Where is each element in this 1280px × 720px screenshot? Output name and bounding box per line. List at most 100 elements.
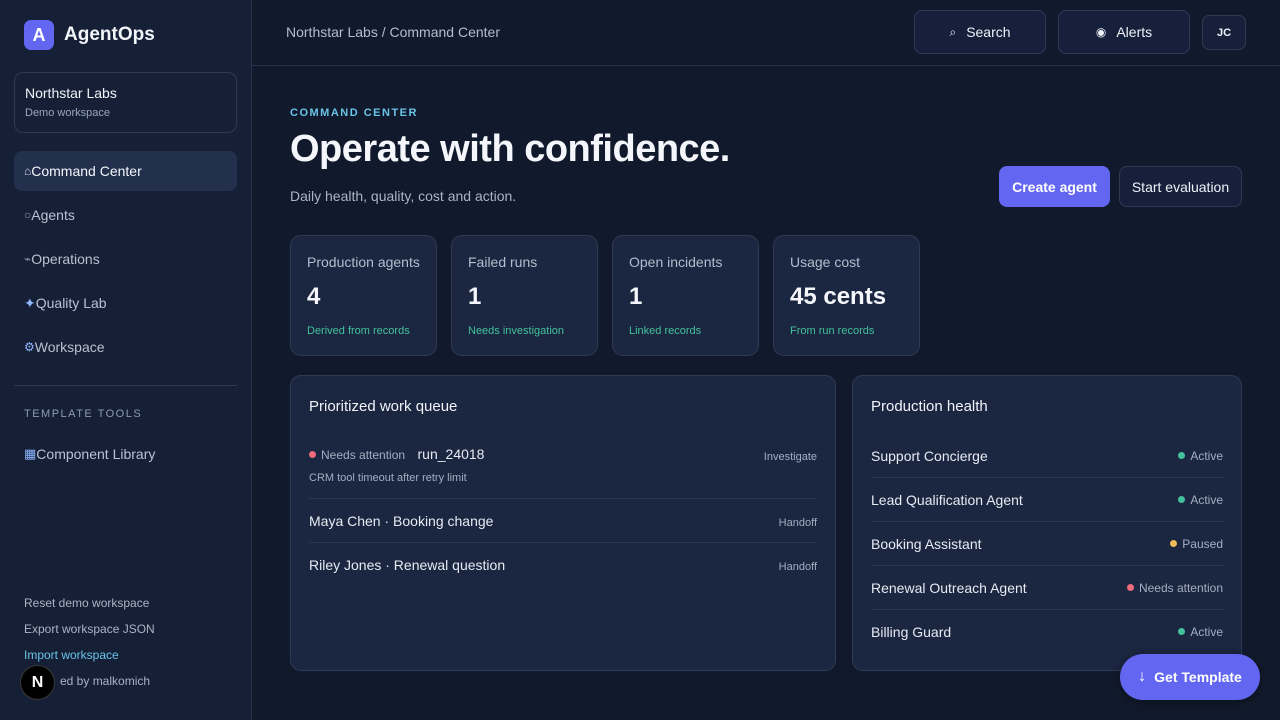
- status-label: Active: [1190, 448, 1223, 463]
- metric-note: Derived from records: [307, 325, 410, 337]
- alerts-label: Alerts: [1116, 24, 1153, 40]
- sparkle-icon: ✦: [24, 294, 36, 311]
- metric-card-production-agents: Production agents 4 Derived from records: [290, 235, 437, 356]
- metric-value: 1: [629, 283, 643, 310]
- panel-title: Production health: [871, 398, 988, 415]
- page-title: Operate with confidence.: [290, 128, 730, 170]
- agent-status: Active: [1178, 623, 1223, 641]
- status-label: Active: [1190, 625, 1223, 639]
- metric-card-usage-cost: Usage cost 45 cents From run records: [773, 235, 920, 356]
- agent-name: Billing Guard: [871, 624, 952, 640]
- sidebar-item-agents[interactable]: ○ Agents: [14, 195, 237, 235]
- queue-item[interactable]: Maya Chen · Booking change Handoff: [309, 499, 817, 543]
- queue-item-title: Maya Chen · Booking change: [309, 513, 494, 529]
- status-label: Paused: [1182, 536, 1223, 551]
- agent-name: Lead Qualification Agent: [871, 491, 1023, 508]
- status-label: Needs attention: [1138, 580, 1223, 595]
- sidebar-item-command-center[interactable]: ⌂ Command Center: [14, 151, 237, 191]
- agent-status: Needs attention: [1126, 579, 1223, 597]
- agent-health-row[interactable]: Booking Assistant Paused: [871, 522, 1223, 566]
- queue-item[interactable]: Riley Jones · Renewal question Handoff: [309, 543, 817, 587]
- pulse-icon: ⌁: [24, 252, 32, 266]
- gear-icon: ⚙: [24, 340, 35, 354]
- start-evaluation-button[interactable]: Start evaluation: [1119, 166, 1242, 207]
- alerts-button[interactable]: ◉ Alerts: [1058, 10, 1190, 54]
- panel-title: Prioritized work queue: [309, 398, 458, 415]
- topbar: Northstar Labs / Command Center ⌕ Search…: [252, 0, 1280, 66]
- brand-name: AgentOps: [64, 24, 155, 45]
- status-dot: [1178, 628, 1186, 635]
- alert-icon: ◉: [1095, 25, 1107, 39]
- circle-icon: ○: [24, 208, 32, 222]
- reset-workspace-link[interactable]: Reset demo workspace: [24, 596, 155, 622]
- page-eyebrow: COMMAND CENTER: [290, 107, 418, 119]
- sidebar-item-label: Command Center: [31, 163, 142, 179]
- status-dot: [1178, 495, 1186, 503]
- queue-item-title: Riley Jones · Renewal question: [309, 557, 506, 573]
- search-button[interactable]: ⌕ Search: [914, 10, 1046, 54]
- agent-name: Booking Assistant: [871, 535, 982, 552]
- sidebar-item-workspace[interactable]: ⚙ Workspace: [14, 327, 237, 367]
- metric-card-failed-runs: Failed runs 1 Needs investigation: [451, 235, 598, 356]
- get-template-label: Get Template: [1154, 669, 1242, 685]
- page-subtitle: Daily health, quality, cost and action.: [290, 188, 517, 204]
- sidebar-divider: [14, 385, 237, 386]
- search-label: Search: [966, 24, 1011, 40]
- workspace-subtitle: Demo workspace: [25, 107, 110, 119]
- metric-label: Failed runs: [468, 254, 538, 270]
- handoff-action[interactable]: Handoff: [779, 517, 817, 529]
- agent-status: Active: [1178, 491, 1223, 509]
- agent-health-row[interactable]: Lead Qualification Agent Active: [871, 478, 1223, 522]
- metric-value: 1: [468, 283, 482, 310]
- status-dot: [1126, 583, 1134, 591]
- brand[interactable]: A AgentOps: [24, 20, 155, 50]
- sidebar: A AgentOps Northstar Labs Demo workspace…: [0, 0, 252, 720]
- workspace-name: Northstar Labs: [25, 85, 117, 101]
- template-tools-heading: TEMPLATE TOOLS: [24, 408, 143, 420]
- sidebar-item-component-library[interactable]: ▦ Component Library: [14, 434, 237, 474]
- queue-item[interactable]: Needs attention run_24018 CRM tool timeo…: [309, 446, 817, 499]
- agent-health-row[interactable]: Support Concierge Active: [871, 434, 1223, 478]
- sidebar-nav: ⌂ Command Center ○ Agents ⌁ Operations ✦…: [14, 151, 237, 371]
- avatar[interactable]: JC: [1202, 15, 1246, 50]
- grid-icon: ▦: [24, 446, 37, 461]
- status-dot: [1170, 539, 1178, 547]
- production-health-panel: Production health Support Concierge Acti…: [852, 375, 1242, 671]
- sidebar-item-operations[interactable]: ⌁ Operations: [14, 239, 237, 279]
- export-workspace-link[interactable]: Export workspace JSON: [24, 622, 155, 648]
- agent-status: Paused: [1170, 535, 1223, 553]
- metric-label: Production agents: [307, 254, 420, 270]
- agent-name: Support Concierge: [871, 447, 988, 464]
- metric-note: Linked records: [629, 325, 702, 337]
- agent-health-row[interactable]: Billing Guard Active: [871, 610, 1223, 654]
- sidebar-item-label: Component Library: [36, 446, 156, 462]
- sidebar-item-quality-lab[interactable]: ✦ Quality Lab: [14, 283, 237, 323]
- status-dot: [309, 451, 316, 458]
- sidebar-item-label: Workspace: [34, 339, 105, 355]
- agent-name: Renewal Outreach Agent: [871, 579, 1027, 596]
- agent-status: Active: [1178, 447, 1223, 465]
- metric-label: Usage cost: [790, 254, 861, 270]
- home-icon: ⌂: [24, 164, 32, 178]
- metric-value: 4: [307, 283, 321, 310]
- metric-value: 45 cents: [790, 283, 887, 310]
- queue-item-description: CRM tool timeout after retry limit: [309, 472, 467, 484]
- work-queue-panel: Prioritized work queue Needs attention r…: [290, 375, 836, 671]
- workspace-switcher[interactable]: Northstar Labs Demo workspace: [14, 72, 237, 133]
- agent-health-row[interactable]: Renewal Outreach Agent Needs attention: [871, 566, 1223, 610]
- status-badge: Needs attention: [321, 448, 406, 462]
- sidebar-item-label: Operations: [31, 251, 100, 267]
- investigate-action[interactable]: Investigate: [764, 451, 817, 463]
- queue-item-title: run_24018: [417, 446, 485, 462]
- metric-note: From run records: [790, 325, 875, 337]
- n-logo-icon[interactable]: N: [20, 665, 55, 700]
- create-agent-button[interactable]: Create agent: [999, 166, 1110, 207]
- get-template-button[interactable]: ↓ Get Template: [1120, 654, 1260, 700]
- metric-card-open-incidents: Open incidents 1 Linked records: [612, 235, 759, 356]
- brand-logo: A: [24, 20, 54, 50]
- handoff-action[interactable]: Handoff: [779, 561, 817, 573]
- queue-item-header: Needs attention run_24018: [309, 446, 817, 464]
- metric-note: Needs investigation: [468, 325, 565, 337]
- credit-label: ed by malkomich: [60, 674, 151, 688]
- download-icon: ↓: [1138, 668, 1147, 685]
